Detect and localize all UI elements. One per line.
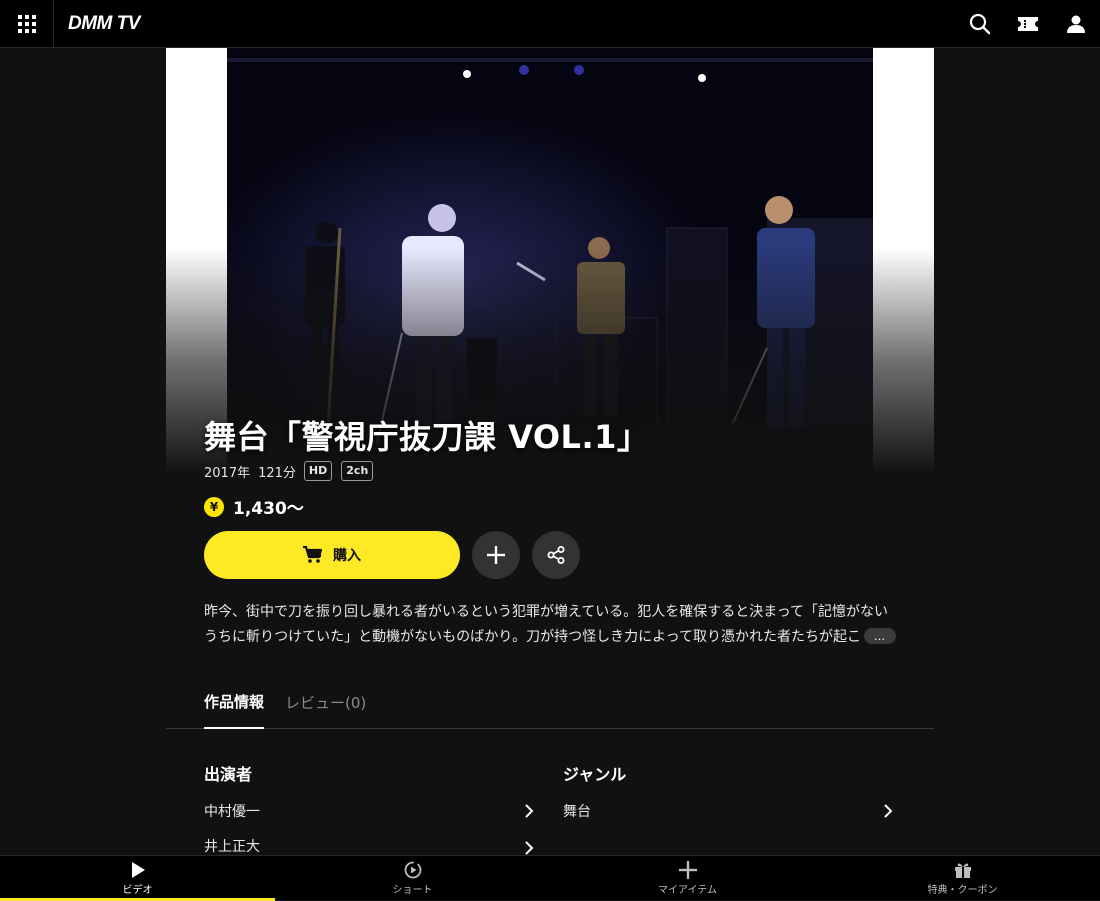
release-year: 2017年 <box>204 465 251 481</box>
gift-icon <box>954 863 971 878</box>
ticket-icon <box>1018 17 1038 31</box>
account-button[interactable] <box>1052 0 1100 48</box>
hero-image <box>166 48 934 474</box>
page-title: 舞台「警視庁抜刀課 VOL.1」 <box>204 418 650 456</box>
price-value: 1,430〜 <box>233 499 304 519</box>
top-header: DMM TV <box>0 0 1100 48</box>
description: 昨今、街中で刀を振り回し暴れる者がいるという犯罪が増えている。犯人を確保すると決… <box>204 600 896 650</box>
price-info: ¥ 1,430〜 <box>204 494 304 519</box>
hd-badge: HD <box>303 461 333 481</box>
nav-my-items-label: マイアイテム <box>658 885 717 896</box>
menu-grid-icon <box>17 14 36 33</box>
cast-item[interactable]: 中村優一 <box>204 796 534 826</box>
nav-video[interactable]: ビデオ <box>0 856 275 901</box>
buy-label: 購入 <box>333 548 361 564</box>
tab-reviews[interactable]: レビュー(0) <box>285 676 366 729</box>
add-to-my-items-button[interactable] <box>472 531 520 579</box>
search-icon <box>969 13 991 35</box>
genre-section-title: ジャンル <box>563 765 627 784</box>
tab-work-info[interactable]: 作品情報 <box>204 676 265 729</box>
plus-icon <box>678 861 697 879</box>
menu-grid-button[interactable] <box>0 0 54 48</box>
genre-name: 舞台 <box>563 804 591 820</box>
bottom-navigation: ビデオ ショート マイアイテム 特典・クーポン <box>0 855 1100 901</box>
nav-short-label: ショート <box>392 885 433 896</box>
chevron-right-icon <box>525 841 534 855</box>
cast-item[interactable]: 井上正大 <box>204 836 534 855</box>
action-buttons: 購入 <box>204 531 580 579</box>
audio-badge: 2ch <box>341 461 374 481</box>
play-icon <box>131 862 145 878</box>
cast-name: 井上正大 <box>204 839 260 855</box>
description-line-2: うちに斬りつけていた」と動機がないものばかり。刀が持つ怪しき力によって取り憑かれ… <box>204 629 862 645</box>
nav-short[interactable]: ショート <box>275 856 550 901</box>
expand-description-button[interactable]: … <box>864 628 896 644</box>
meta-info: 2017年 121分 HD 2ch <box>204 461 382 481</box>
tab-bar: 作品情報 レビュー(0) <box>166 676 934 729</box>
plus-icon <box>487 546 505 564</box>
genre-item[interactable]: 舞台 <box>563 796 893 826</box>
dmm-tv-logo[interactable]: DMM TV <box>68 13 140 35</box>
share-icon <box>547 546 565 564</box>
search-button[interactable] <box>956 0 1004 48</box>
cast-name: 中村優一 <box>204 804 260 820</box>
chevron-right-icon <box>884 804 893 818</box>
chevron-right-icon <box>525 804 534 818</box>
buy-button[interactable]: 購入 <box>204 531 460 579</box>
content-column: 舞台「警視庁抜刀課 VOL.1」 2017年 121分 HD 2ch ¥ 1,4… <box>166 48 934 855</box>
share-button[interactable] <box>532 531 580 579</box>
nav-coupon-label: 特典・クーポン <box>927 885 998 896</box>
nav-my-items[interactable]: マイアイテム <box>550 856 825 901</box>
duration: 121分 <box>258 465 296 481</box>
ticket-button[interactable] <box>1004 0 1052 48</box>
yen-icon: ¥ <box>204 496 224 517</box>
short-icon <box>404 861 421 879</box>
cast-section-title: 出演者 <box>204 765 253 784</box>
nav-video-label: ビデオ <box>122 885 153 896</box>
user-icon <box>1067 15 1085 33</box>
cart-icon <box>303 546 323 563</box>
nav-coupon[interactable]: 特典・クーポン <box>825 856 1100 901</box>
description-line-1: 昨今、街中で刀を振り回し暴れる者がいるという犯罪が増えている。犯人を確保すると決… <box>204 604 889 620</box>
